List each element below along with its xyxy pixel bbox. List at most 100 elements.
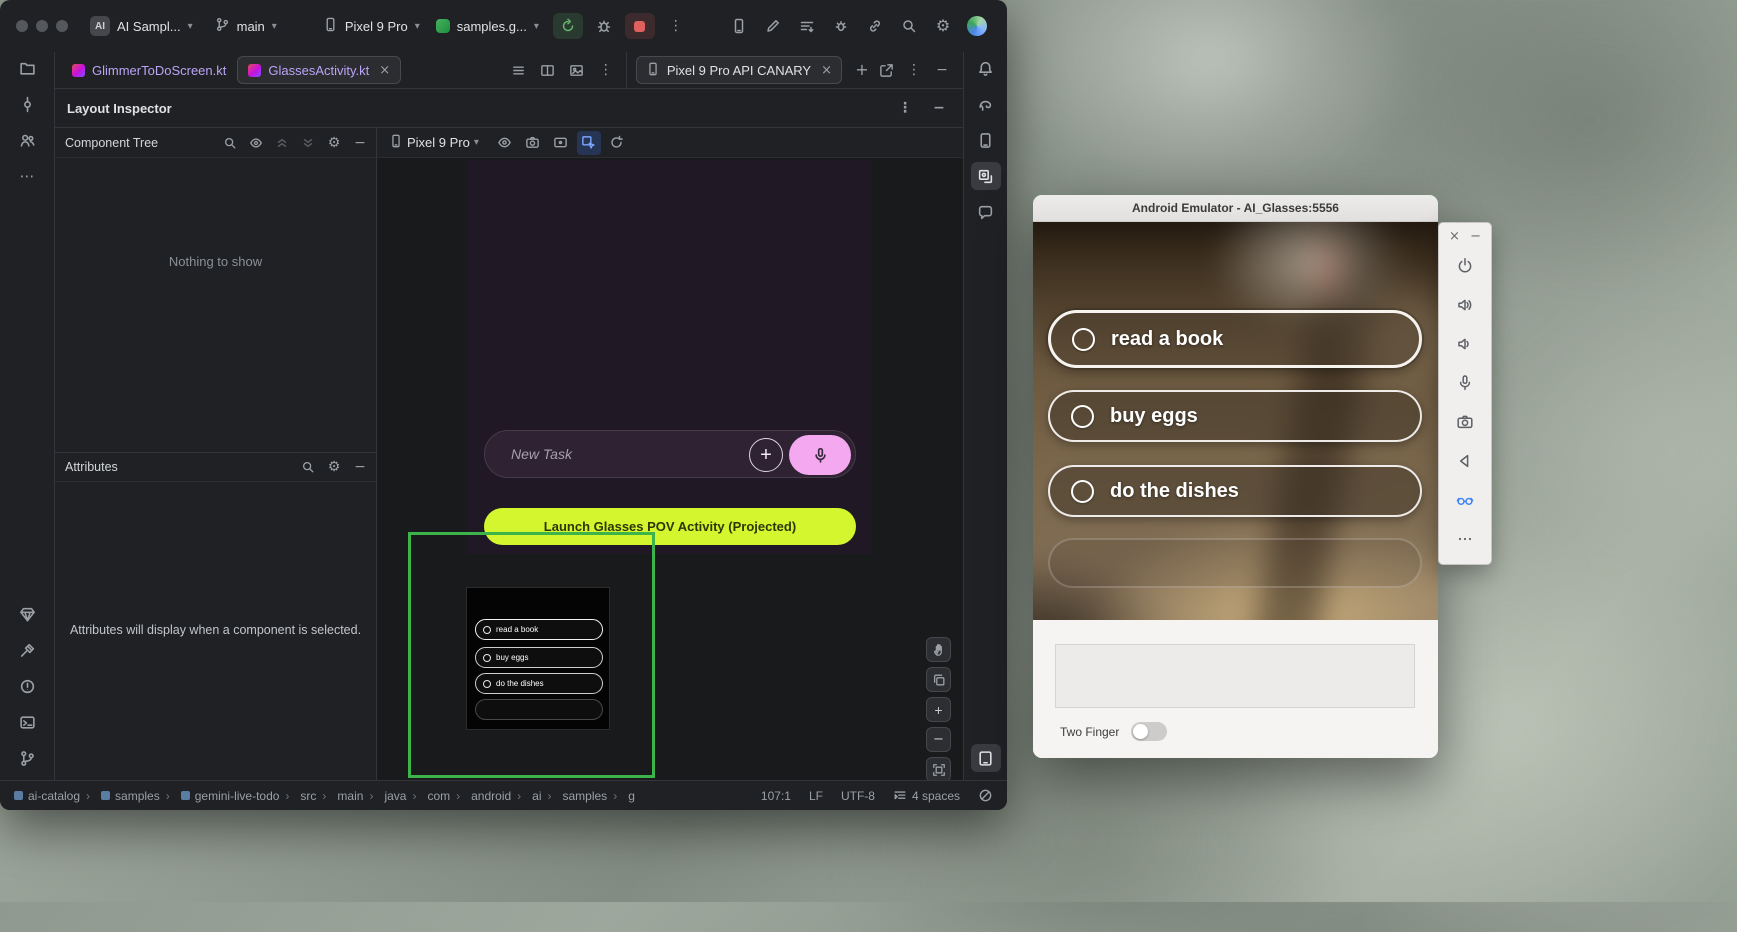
- tab-glassesactivity[interactable]: GlassesActivity.kt ×: [237, 56, 401, 84]
- build-tool-button[interactable]: [12, 636, 42, 664]
- caret-position-widget[interactable]: 107:1: [761, 789, 791, 803]
- branch-selector[interactable]: main ▾: [215, 17, 277, 35]
- sync-button[interactable]: [861, 13, 889, 39]
- todo-item-focused[interactable]: read a book: [1048, 310, 1422, 368]
- gradle-tool-button[interactable]: [971, 90, 1001, 118]
- line-separator-widget[interactable]: LF: [809, 789, 823, 803]
- voice-input-button[interactable]: [789, 435, 851, 475]
- encoding-widget[interactable]: UTF-8: [841, 789, 875, 803]
- account-button[interactable]: [963, 13, 991, 39]
- notifications-button[interactable]: [971, 54, 1001, 82]
- power-button[interactable]: [1454, 257, 1476, 275]
- todo-item[interactable]: buy eggs: [1048, 390, 1422, 442]
- touch-capture-area[interactable]: [1055, 644, 1415, 708]
- todo-item[interactable]: do the dishes: [1048, 465, 1422, 517]
- volume-up-button[interactable]: [1454, 296, 1476, 314]
- run-configuration-selector[interactable]: samples.g... ▾: [436, 19, 539, 34]
- indent-widget[interactable]: 4 spaces: [893, 789, 960, 803]
- editor-more-options-button[interactable]: ⋮: [594, 58, 618, 82]
- device-mirror-button[interactable]: [725, 13, 753, 39]
- hide-panel-button[interactable]: −: [348, 131, 372, 155]
- glasses-button[interactable]: [1454, 491, 1476, 509]
- running-devices-more-button[interactable]: ⋮: [902, 58, 926, 82]
- layout-inspector-tool-button[interactable]: [971, 162, 1001, 190]
- settings-button[interactable]: ⚙: [322, 455, 346, 479]
- volume-down-button[interactable]: [1454, 335, 1476, 353]
- debug-button[interactable]: [589, 13, 619, 39]
- zoom-fit-button[interactable]: [926, 757, 951, 780]
- search-button[interactable]: [296, 455, 320, 479]
- edit-button[interactable]: [759, 13, 787, 39]
- close-icon[interactable]: ×: [1449, 229, 1460, 244]
- microphone-button[interactable]: [1454, 374, 1476, 392]
- breadcrumb-item[interactable]: java: [363, 789, 406, 803]
- gemini-tool-button[interactable]: [12, 600, 42, 628]
- pan-tool-button[interactable]: [926, 637, 951, 662]
- breadcrumb-item[interactable]: src: [279, 789, 316, 803]
- screenshot-button[interactable]: [521, 131, 545, 155]
- logcat-button[interactable]: [793, 13, 821, 39]
- collapse-all-button[interactable]: [296, 131, 320, 155]
- search-button[interactable]: [218, 131, 242, 155]
- close-window-button[interactable]: [16, 20, 28, 32]
- more-tools-button[interactable]: ⋯: [12, 162, 42, 190]
- view-options-button[interactable]: [493, 131, 517, 155]
- add-task-button[interactable]: +: [749, 438, 783, 472]
- breadcrumb-item[interactable]: main: [316, 789, 363, 803]
- new-task-input[interactable]: [511, 431, 701, 477]
- more-options-button[interactable]: [1454, 530, 1476, 548]
- minimize-icon[interactable]: −: [1470, 229, 1481, 244]
- project-selector[interactable]: AI AI Sampl... ▾: [90, 16, 193, 36]
- breadcrumb-item[interactable]: android: [450, 789, 511, 803]
- emulator-screen[interactable]: read a book buy eggs do the dishes: [1033, 222, 1438, 620]
- layout-inspector-more-button[interactable]: ⋮: [893, 96, 917, 120]
- two-finger-toggle[interactable]: [1131, 722, 1167, 741]
- rerun-button[interactable]: [553, 13, 583, 39]
- pull-requests-tool-button[interactable]: [12, 126, 42, 154]
- zoom-out-button[interactable]: −: [926, 727, 951, 752]
- refresh-button[interactable]: [605, 131, 629, 155]
- breadcrumb-item[interactable]: g: [607, 789, 635, 803]
- stop-button[interactable]: [625, 13, 655, 39]
- project-tool-button[interactable]: [12, 54, 42, 82]
- app-insights-tool-button[interactable]: [971, 198, 1001, 226]
- running-device-tab[interactable]: Pixel 9 Pro API CANARY ×: [636, 56, 842, 84]
- breadcrumb-item[interactable]: gemini-live-todo: [160, 789, 280, 803]
- new-task-field[interactable]: +: [484, 430, 856, 478]
- layout-inspector-hide-button[interactable]: −: [927, 96, 951, 120]
- breadcrumb-item[interactable]: ai: [511, 789, 541, 803]
- list-view-button[interactable]: [507, 58, 531, 82]
- device-screen[interactable]: + Launch Glasses POV Activity (Projected…: [468, 160, 872, 554]
- problems-tool-button[interactable]: [12, 672, 42, 700]
- run-more-options-button[interactable]: ⋮: [661, 13, 691, 39]
- view-options-button[interactable]: [244, 131, 268, 155]
- zoom-in-button[interactable]: +: [926, 697, 951, 722]
- toggle-deep-inspect-button[interactable]: [577, 131, 601, 155]
- commit-tool-button[interactable]: [12, 90, 42, 118]
- terminal-tool-button[interactable]: [12, 708, 42, 736]
- zoom-window-button[interactable]: [56, 20, 68, 32]
- add-device-button[interactable]: +: [850, 58, 874, 82]
- close-tab-icon[interactable]: ×: [821, 63, 832, 78]
- camera-button[interactable]: [1454, 413, 1476, 431]
- screen-record-button[interactable]: [549, 131, 573, 155]
- tab-glimmertodoscreen[interactable]: GlimmerToDoScreen.kt: [61, 56, 237, 84]
- profiler-button[interactable]: [827, 13, 855, 39]
- emulator-titlebar[interactable]: Android Emulator - AI_Glasses:5556: [1033, 195, 1438, 222]
- back-button[interactable]: [1454, 452, 1476, 470]
- breadcrumb-item[interactable]: ai-catalog: [14, 789, 80, 803]
- preview-button[interactable]: [565, 58, 589, 82]
- split-editor-button[interactable]: [536, 58, 560, 82]
- compare-tool-button[interactable]: [926, 667, 951, 692]
- breadcrumb-item[interactable]: samples: [542, 789, 608, 803]
- device-manager-tool-button[interactable]: [971, 126, 1001, 154]
- inspections-widget[interactable]: [978, 788, 993, 803]
- hide-panel-button[interactable]: −: [348, 455, 372, 479]
- version-control-tool-button[interactable]: [12, 744, 42, 772]
- settings-button[interactable]: ⚙: [322, 131, 346, 155]
- expand-all-button[interactable]: [270, 131, 294, 155]
- settings-button[interactable]: ⚙: [929, 13, 957, 39]
- minimize-window-button[interactable]: [36, 20, 48, 32]
- breadcrumb-item[interactable]: com: [406, 789, 450, 803]
- device-selector[interactable]: Pixel 9 Pro ▾: [323, 17, 420, 35]
